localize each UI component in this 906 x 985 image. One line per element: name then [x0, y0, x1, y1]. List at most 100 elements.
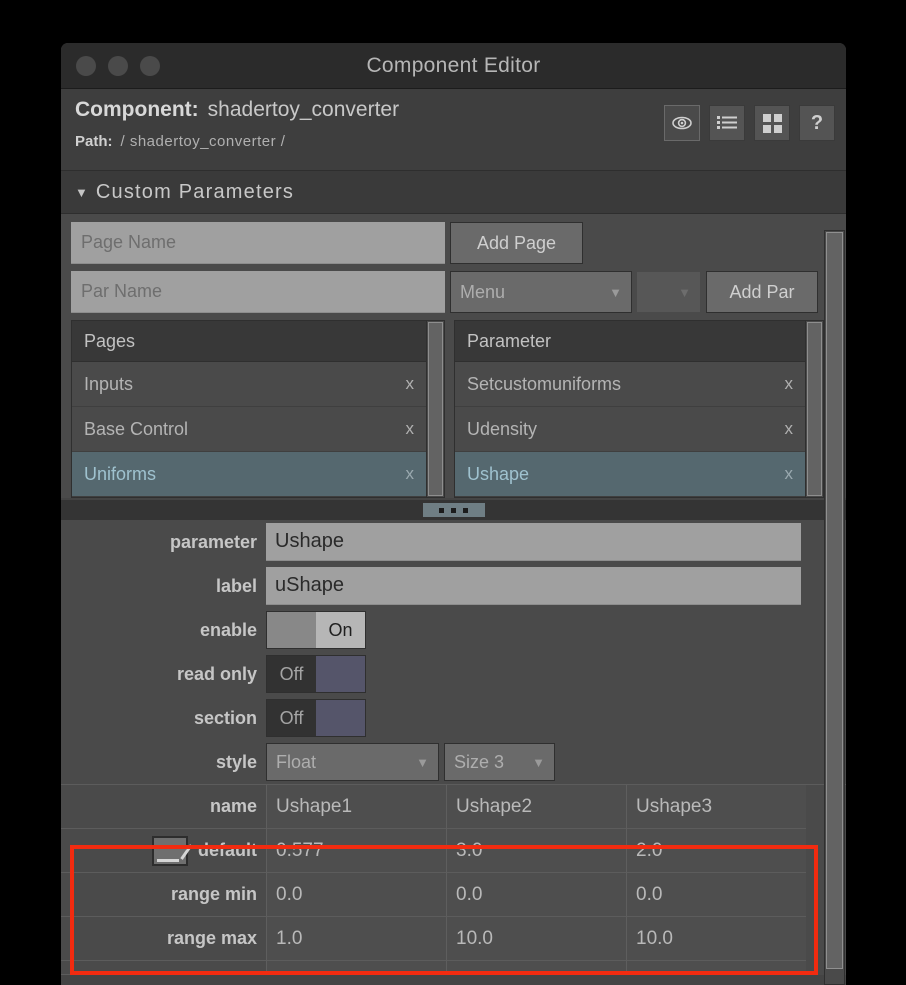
viewer-icon-button[interactable]	[664, 105, 700, 141]
window-scrollbar-thumb[interactable]	[826, 232, 843, 969]
table-cell[interactable]: Ushape3	[626, 785, 806, 829]
table-cell[interactable]: 2.0	[626, 829, 806, 873]
chevron-down-icon: ▼	[532, 754, 545, 770]
pages-list-item-selected[interactable]: Uniforms x	[72, 452, 426, 497]
read-only-toggle-right[interactable]	[316, 656, 365, 692]
table-cell[interactable]: 3.0	[446, 829, 626, 873]
table-cell[interactable]: 0.577	[266, 829, 446, 873]
splitter-dot-icon	[451, 507, 456, 513]
enable-field-label: enable	[199, 619, 257, 640]
chevron-down-icon[interactable]: ▼	[75, 185, 88, 200]
parameter-list-item[interactable]: Setcustomuniforms x	[455, 362, 805, 407]
remove-parameter-icon[interactable]: x	[784, 419, 793, 439]
table-cell[interactable]: Ushape2	[446, 785, 626, 829]
table-cell[interactable]: 10.0	[446, 917, 626, 961]
path-value: / shadertoy_converter /	[120, 133, 286, 150]
component-key-label: Component:	[75, 98, 199, 121]
label-input[interactable]: uShape	[266, 567, 801, 605]
table-cell[interactable]: 0.0	[266, 873, 446, 917]
help-icon-button[interactable]: ?	[799, 105, 835, 141]
row-label-name: name	[61, 785, 266, 829]
section-toggle-value[interactable]: Off	[267, 700, 316, 736]
add-par-row: Par Name Menu ▼ ▼ Add Par	[71, 271, 836, 313]
size-value: Size 3	[454, 751, 505, 772]
custom-parameters-section-header[interactable]: ▼ Custom Parameters	[61, 171, 846, 214]
section-field-label: section	[193, 707, 257, 728]
window-scrollbar[interactable]	[824, 230, 845, 985]
grid-icon	[762, 113, 782, 133]
parameter-values-table: name Ushape1 Ushape2 Ushape3 default 0.5…	[61, 784, 846, 975]
table-cell[interactable]: 1.0	[266, 917, 446, 961]
list-panes: Pages Inputs x Base Control x Uniforms x	[71, 320, 836, 498]
section-toggle-right[interactable]	[316, 700, 365, 736]
label-field-label: label	[215, 575, 257, 596]
pages-item-label: Uniforms	[84, 463, 157, 484]
table-cell[interactable]: 10.0	[626, 917, 806, 961]
chevron-down-icon: ▼	[678, 284, 691, 300]
table-cell[interactable]: Ushape1	[266, 785, 446, 829]
remove-parameter-icon[interactable]: x	[784, 374, 793, 394]
parameter-name-input[interactable]: Ushape	[266, 523, 801, 561]
property-row-style: style Float ▼ Size 3 ▼	[61, 740, 846, 784]
parameter-item-label: Ushape	[467, 463, 530, 484]
table-row-range-min: range min 0.0 0.0 0.0	[61, 873, 846, 917]
parameter-list-item[interactable]: Udensity x	[455, 407, 805, 452]
remove-parameter-icon[interactable]: x	[784, 464, 793, 484]
remove-page-icon[interactable]: x	[405, 374, 414, 394]
par-name-input[interactable]: Par Name	[71, 271, 445, 313]
enable-toggle-left[interactable]	[267, 612, 316, 648]
table-cell[interactable]	[626, 961, 806, 975]
parameter-listbox: Parameter Setcustomuniforms x Udensity x…	[454, 320, 806, 498]
clamp-icon[interactable]	[151, 835, 188, 866]
parameter-item-label: Setcustomuniforms	[467, 373, 622, 394]
component-header: Component: shadertoy_converter Path: / s…	[61, 89, 846, 171]
remove-page-icon[interactable]: x	[405, 464, 414, 484]
splitter-handle[interactable]	[422, 503, 485, 517]
table-cell[interactable]	[446, 961, 626, 975]
window-title: Component Editor	[366, 53, 541, 77]
par-size-dropdown[interactable]: ▼	[636, 271, 701, 313]
row-label-default: default	[197, 840, 257, 860]
parameter-scrollbar-thumb[interactable]	[806, 322, 822, 496]
table-cell[interactable]: 0.0	[446, 873, 626, 917]
enable-toggle[interactable]: On	[266, 611, 366, 649]
read-only-toggle[interactable]: Off	[266, 655, 366, 693]
add-page-button[interactable]: Add Page	[450, 222, 583, 264]
property-row-read-only: read only Off	[61, 652, 846, 696]
section-toggle[interactable]: Off	[266, 699, 366, 737]
table-cell[interactable]: 0.0	[626, 873, 806, 917]
par-type-dropdown[interactable]: Menu ▼	[450, 271, 632, 313]
pages-list-item[interactable]: Base Control x	[72, 407, 426, 452]
list-icon-button[interactable]	[709, 105, 745, 141]
table-cell[interactable]	[266, 961, 446, 975]
component-name-value: shadertoy_converter	[207, 98, 400, 121]
style-dropdown[interactable]: Float ▼	[266, 743, 439, 781]
row-label-range-min: range min	[61, 873, 266, 917]
chevron-down-icon: ▼	[416, 754, 429, 770]
style-value: Float	[276, 751, 317, 772]
read-only-toggle-value[interactable]: Off	[267, 656, 316, 692]
read-only-field-label: read only	[176, 663, 257, 684]
table-row-partial	[61, 961, 846, 975]
pane-splitter[interactable]	[61, 500, 846, 520]
pages-list-item[interactable]: Inputs x	[72, 362, 426, 407]
par-type-value: Menu	[460, 281, 506, 302]
size-dropdown[interactable]: Size 3 ▼	[444, 743, 555, 781]
parameter-scrollbar[interactable]	[805, 320, 824, 498]
remove-page-icon[interactable]: x	[405, 419, 414, 439]
splitter-dot-icon	[439, 507, 444, 513]
page-name-input[interactable]: Page Name	[71, 222, 445, 264]
component-editor-window: Component Editor Component: shadertoy_co…	[61, 43, 846, 985]
pages-item-label: Base Control	[84, 418, 189, 439]
pages-scrollbar[interactable]	[426, 320, 445, 498]
parameter-list-item-selected[interactable]: Ushape x	[455, 452, 805, 497]
pages-scrollbar-thumb[interactable]	[427, 322, 443, 496]
grid-icon-button[interactable]	[754, 105, 790, 141]
row-label-range-max: range max	[61, 917, 266, 961]
splitter-dot-icon	[463, 507, 468, 513]
row-label-partial	[61, 961, 266, 975]
list-icon	[717, 115, 737, 129]
custom-parameters-title: Custom Parameters	[95, 180, 295, 203]
enable-toggle-value[interactable]: On	[316, 612, 365, 648]
add-par-button[interactable]: Add Par	[706, 271, 818, 313]
